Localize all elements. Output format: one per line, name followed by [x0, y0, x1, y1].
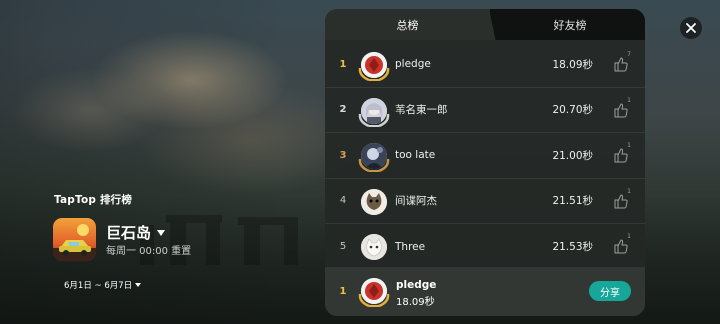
- tab-overall[interactable]: 总榜: [325, 9, 490, 40]
- player-time: 20.70秒: [552, 104, 593, 117]
- my-name: pledge: [396, 279, 437, 291]
- caret-down-icon: [157, 229, 166, 236]
- leaderboard-list: 1 pledge 18.09秒 7 2 苇名東一郎 20.70秒 1 3 too…: [325, 42, 645, 270]
- my-rank-bar: 1 pledge 18.09秒 分享: [325, 267, 645, 316]
- rank-number: 5: [339, 241, 347, 253]
- gold-laurel-icon: [358, 67, 390, 82]
- rank-number: 2: [339, 104, 347, 116]
- silver-laurel-icon: [358, 113, 390, 127]
- leaderboard-row[interactable]: 5 Three 21.53秒 1: [325, 224, 645, 270]
- date-range-label: 6月1日 ~ 6月7日: [64, 281, 133, 291]
- player-name: 间谍阿杰: [395, 195, 437, 208]
- player-time: 21.00秒: [552, 149, 593, 162]
- tab-friends-label: 好友榜: [553, 18, 587, 32]
- leaderboard-row[interactable]: 2 苇名東一郎 20.70秒 1: [325, 88, 645, 133]
- gold-laurel-icon: [358, 293, 390, 308]
- white-cat-avatar[interactable]: [361, 234, 387, 260]
- my-rank-number: 1: [339, 286, 347, 297]
- date-range-selector[interactable]: 6月1日 ~ 6月7日: [64, 279, 142, 291]
- player-name: 苇名東一郎: [395, 104, 448, 117]
- thumbs-up-icon[interactable]: [614, 238, 628, 254]
- game-selector[interactable]: 巨石岛: [106, 222, 166, 243]
- player-time: 18.09秒: [552, 58, 593, 71]
- rank-number: 1: [339, 58, 347, 70]
- player-time: 21.51秒: [552, 195, 593, 208]
- cat-avatar[interactable]: [361, 188, 387, 215]
- share-button[interactable]: 分享: [589, 281, 631, 301]
- share-label: 分享: [600, 287, 620, 299]
- leaderboard-row[interactable]: 3 too late 21.00秒 1: [325, 133, 645, 179]
- player-name: pledge: [395, 58, 431, 71]
- thumbs-up-icon[interactable]: [614, 56, 628, 72]
- caret-down-icon: [135, 283, 142, 287]
- game-icon[interactable]: [53, 218, 96, 261]
- player-name: Three: [395, 240, 426, 253]
- close-button[interactable]: [680, 17, 702, 39]
- close-icon: [686, 23, 696, 33]
- rank-number: 4: [339, 195, 347, 207]
- thumbs-up-icon[interactable]: [614, 193, 628, 209]
- game-title: 巨石岛: [106, 224, 152, 242]
- rank-number: 3: [339, 149, 347, 161]
- leaderboard-brand: TapTop 排行榜: [54, 194, 133, 206]
- leaderboard-row[interactable]: 1 pledge 18.09秒 7: [325, 42, 645, 88]
- my-time: 18.09秒: [396, 297, 435, 308]
- leaderboard-tabs: 好友榜 总榜: [325, 9, 645, 40]
- leaderboard-row[interactable]: 4 间谍阿杰 21.51秒 1: [325, 179, 645, 224]
- thumbs-up-icon[interactable]: [614, 147, 628, 163]
- tab-overall-label: 总榜: [396, 18, 419, 32]
- player-name: too late: [395, 149, 436, 162]
- thumbs-up-icon[interactable]: [614, 102, 628, 118]
- tab-friends[interactable]: 好友榜: [479, 9, 645, 40]
- bronze-laurel-icon: [358, 158, 390, 173]
- leaderboard-panel: 好友榜 总榜 1 pledge 18.09秒 7 2 苇名東一郎 20.70秒 …: [325, 9, 645, 316]
- reset-schedule: 每周一 00:00 重置: [106, 246, 192, 257]
- player-time: 21.53秒: [552, 241, 593, 254]
